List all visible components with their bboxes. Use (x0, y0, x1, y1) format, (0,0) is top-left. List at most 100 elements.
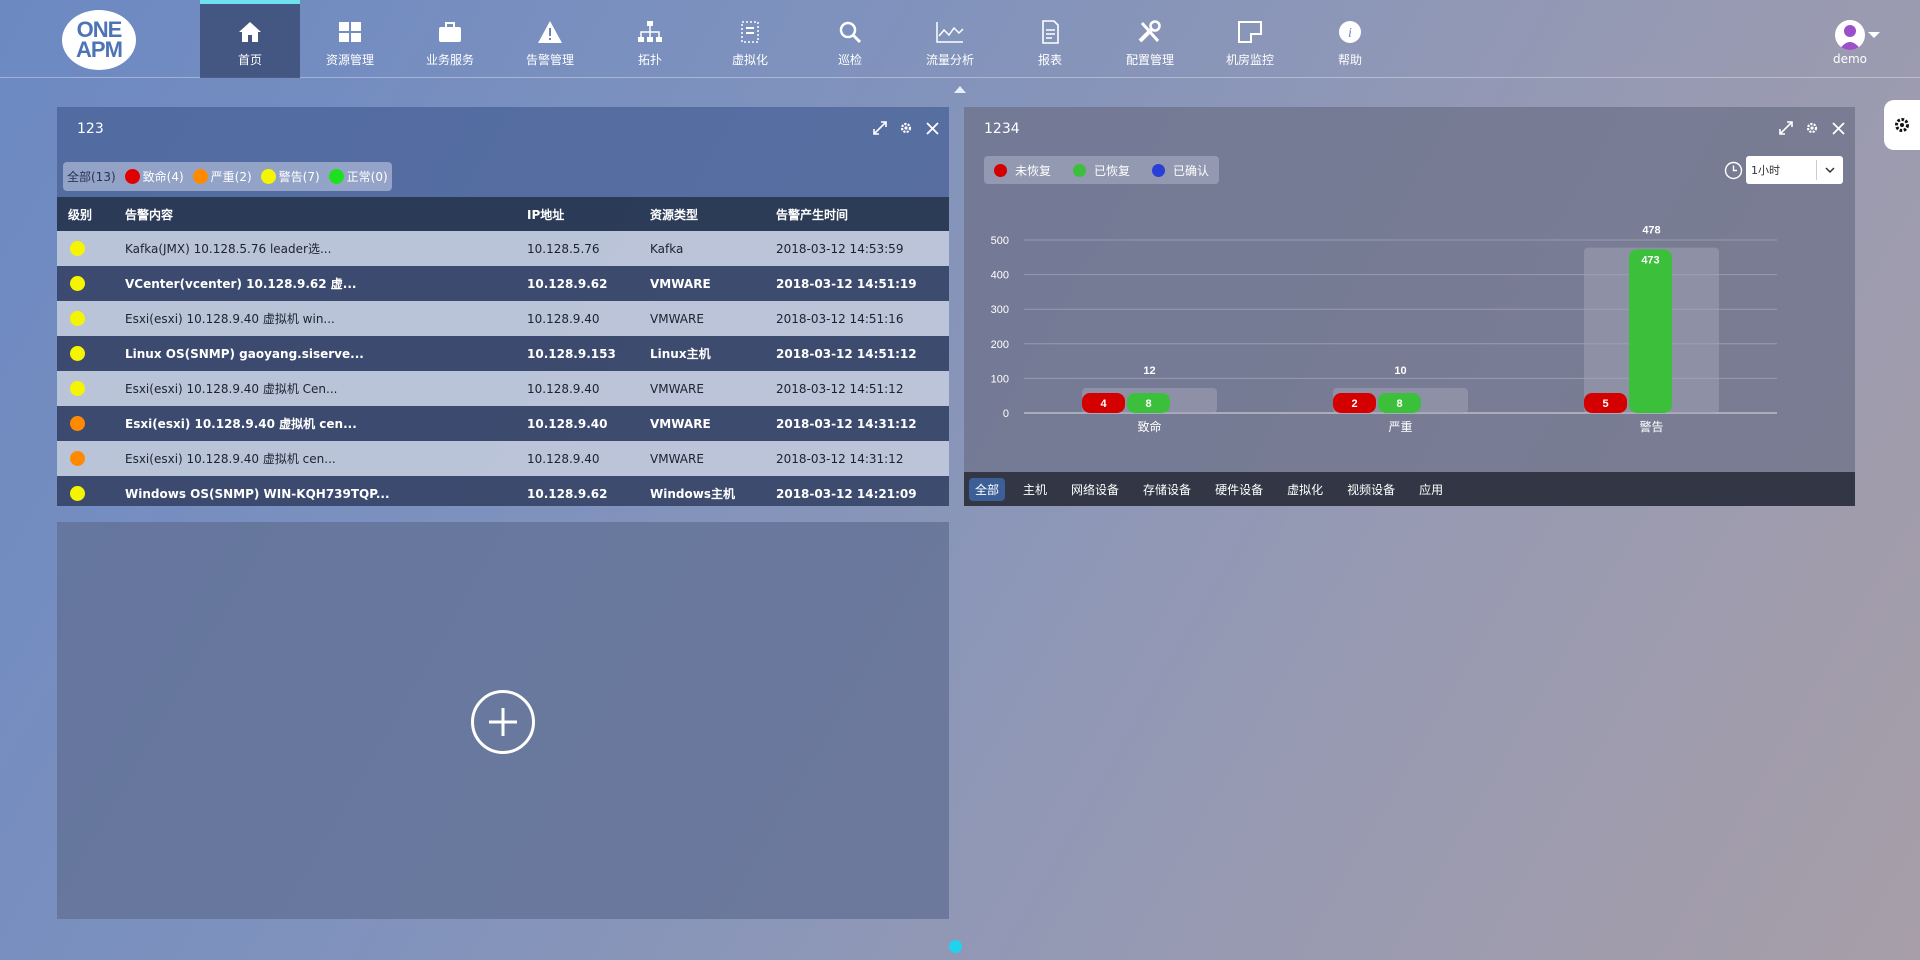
nav-item-3[interactable]: 告警管理 (500, 0, 600, 78)
nav-label: 机房监控 (1225, 53, 1274, 67)
nav-item-5[interactable]: 虚拟化 (700, 0, 800, 78)
cell-content: Kafka(JMX) 10.128.5.76 leader选... (125, 242, 332, 256)
room-icon (1235, 17, 1265, 47)
cell-content: VCenter(vcenter) 10.128.9.62 虚... (125, 277, 357, 291)
category-tabs: 全部 主机 网络设备 存储设备 硬件设备 虚拟化 视频设备 应用 (964, 472, 1855, 506)
legend-item-2[interactable]: 已确认 (1152, 162, 1209, 179)
severity-dot (70, 451, 85, 466)
category-tab-1[interactable]: 主机 (1017, 478, 1053, 501)
cell-ip: 10.128.5.76 (527, 241, 600, 256)
settings-side-button[interactable] (1884, 100, 1920, 150)
table-row[interactable]: Kafka(JMX) 10.128.5.76 leader选... 10.128.… (57, 231, 949, 266)
table-row[interactable]: VCenter(vcenter) 10.128.9.62 虚... 10.128.… (57, 266, 949, 301)
category-tab-4[interactable]: 硬件设备 (1209, 478, 1269, 501)
nav-item-6[interactable]: 巡检 (800, 0, 900, 78)
filter-3[interactable]: 警告(7) (260, 168, 320, 185)
category-tab-0[interactable]: 全部 (969, 477, 1006, 501)
expand-icon[interactable] (1777, 119, 1795, 137)
filter-1[interactable]: 致命(4) (124, 168, 184, 185)
collapse-arrow-icon[interactable] (954, 86, 966, 93)
user-name: demo (1832, 52, 1868, 66)
nav-item-2[interactable]: 业务服务 (400, 0, 500, 78)
severity-dot (70, 346, 85, 361)
cell-ip: 10.128.9.40 (527, 416, 608, 431)
table-row[interactable]: Windows OS(SNMP) WIN-KQH739TQP... 10.128.… (57, 476, 949, 506)
category-tab-6[interactable]: 视频设备 (1341, 478, 1401, 501)
search-icon (835, 17, 865, 47)
logo-line-2: APM (76, 37, 123, 62)
legend-dot (994, 163, 1007, 177)
legend-item-1[interactable]: 已恢复 (1073, 162, 1130, 179)
column-type[interactable]: 资源类型 (650, 206, 776, 223)
cell-level (57, 241, 122, 256)
table-row[interactable]: Esxi(esxi) 10.128.9.40 虚拟机 Cen... 10.128.… (57, 371, 949, 406)
table-row[interactable]: Esxi(esxi) 10.128.9.40 虚拟机 cen... 10.128.… (57, 441, 949, 476)
cell-content: Esxi(esxi) 10.128.9.40 虚拟机 Cen... (125, 382, 338, 396)
cell-time: 2018-03-12 14:31:12 (776, 416, 917, 431)
oneapm-logo[interactable]: ONE APM (62, 10, 136, 70)
legend-label: 已恢复 (1094, 163, 1131, 178)
panel-header: 1234 (964, 107, 1855, 151)
category-tab-5[interactable]: 虚拟化 (1281, 478, 1329, 501)
total-label: 12 (1143, 365, 1155, 377)
table-header: 级别 告警内容 IP地址 资源类型 告警产生时间 (57, 197, 949, 231)
add-widget-button[interactable] (471, 690, 535, 754)
chevron-down-icon (1824, 164, 1836, 179)
cell-content: Windows OS(SNMP) WIN-KQH739TQP... (125, 486, 390, 501)
tools-icon (1135, 17, 1165, 47)
filter-2[interactable]: 严重(2) (192, 168, 252, 185)
cell-ip: 10.128.9.62 (527, 276, 608, 291)
table-row[interactable]: Linux OS(SNMP) gaoyang.siserve... 10.128.… (57, 336, 949, 371)
severity-dot (192, 169, 208, 184)
severity-dot (70, 276, 85, 291)
column-content[interactable]: 告警内容 (122, 206, 527, 223)
category-tab-7[interactable]: 应用 (1413, 478, 1449, 501)
nav-item-1[interactable]: 资源管理 (300, 0, 400, 78)
gear-icon[interactable] (897, 119, 915, 137)
category-tab-3[interactable]: 存储设备 (1137, 478, 1197, 501)
cell-type: VMWARE (650, 276, 711, 291)
cell-level (57, 451, 122, 466)
y-tick-label: 100 (991, 373, 1009, 385)
column-ip[interactable]: IP地址 (527, 206, 650, 223)
cell-level (57, 486, 122, 501)
nav-item-0[interactable]: 首页 (200, 0, 300, 78)
nav-item-7[interactable]: 流量分析 (900, 0, 1000, 78)
time-range-select[interactable]: 1小时 (1746, 156, 1843, 184)
close-icon[interactable] (923, 119, 941, 137)
nav-item-9[interactable]: 配置管理 (1100, 0, 1200, 78)
nav-item-4[interactable]: 拓扑 (600, 0, 700, 78)
clock-icon (1724, 161, 1743, 183)
close-icon[interactable] (1829, 119, 1847, 137)
nav-label: 报表 (1037, 53, 1062, 67)
legend-dot (1152, 163, 1166, 177)
chevron-down-icon[interactable] (1868, 32, 1880, 38)
table-body: Kafka(JMX) 10.128.5.76 leader选... 10.128.… (57, 231, 949, 506)
severity-dot (328, 169, 344, 184)
expand-icon[interactable] (871, 119, 889, 137)
category-tab-2[interactable]: 网络设备 (1065, 478, 1125, 501)
legend-item-0[interactable]: 未恢复 (994, 162, 1051, 179)
table-row[interactable]: Esxi(esxi) 10.128.9.40 虚拟机 win... 10.128.… (57, 301, 949, 336)
panel-header: 123 (57, 107, 949, 151)
column-level[interactable]: 级别 (57, 206, 122, 223)
gear-icon[interactable] (1803, 119, 1821, 137)
nav-item-11[interactable]: i 帮助 (1300, 0, 1400, 78)
grid-icon (335, 17, 365, 47)
table-row[interactable]: Esxi(esxi) 10.128.9.40 虚拟机 cen... 10.128.… (57, 406, 949, 441)
nav-label: 首页 (237, 53, 262, 67)
user-menu[interactable]: demo (1820, 20, 1880, 72)
traffic-icon (935, 17, 965, 47)
cell-content: Esxi(esxi) 10.128.9.40 虚拟机 cen... (125, 452, 336, 466)
filter-0[interactable]: 全部(13) (67, 168, 116, 185)
severity-filter-bar: 全部(13) 致命(4) 严重(2) 警告(7) 正常(0) (63, 162, 392, 191)
report-icon (1035, 17, 1065, 47)
page-indicator-dot[interactable] (949, 940, 962, 953)
nav-item-8[interactable]: 报表 (1000, 0, 1100, 78)
panel-title: 1234 (984, 121, 1020, 137)
cell-time: 2018-03-12 14:53:59 (776, 241, 904, 256)
filter-4[interactable]: 正常(0) (328, 168, 388, 185)
nav-item-10[interactable]: 机房监控 (1200, 0, 1300, 78)
column-time[interactable]: 告警产生时间 (776, 206, 946, 223)
avatar[interactable] (1835, 20, 1865, 50)
